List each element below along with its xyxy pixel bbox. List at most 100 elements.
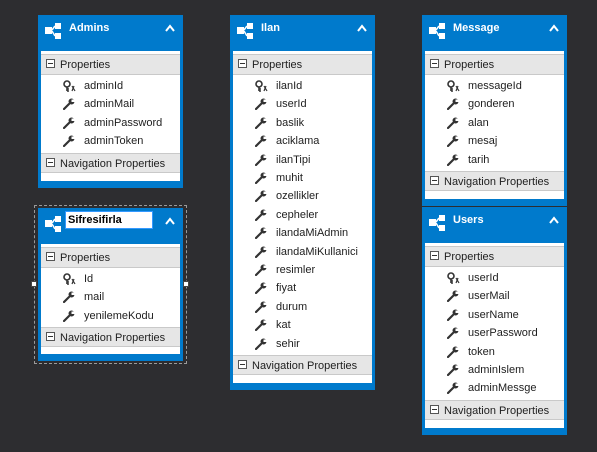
collapse-section-icon[interactable]	[238, 360, 247, 369]
properties-section-header[interactable]: Properties	[233, 54, 372, 75]
property-name: mail	[84, 291, 105, 304]
property-name: token	[468, 345, 495, 358]
entity-title: Message	[453, 22, 500, 34]
wrench-icon	[447, 327, 460, 340]
property-row[interactable]: sehir	[233, 335, 372, 353]
property-name: ilandaMiAdmin	[276, 227, 349, 240]
property-row[interactable]: yenilemeKodu	[41, 307, 180, 325]
property-row[interactable]: userName	[425, 306, 564, 324]
property-row[interactable]: ilanTipi	[233, 151, 372, 169]
chevron-up-icon[interactable]	[549, 24, 559, 32]
collapse-section-icon[interactable]	[46, 252, 55, 261]
property-row[interactable]: durum	[233, 298, 372, 316]
property-row[interactable]: adminToken	[41, 132, 180, 150]
chevron-up-icon[interactable]	[549, 216, 559, 224]
wrench-icon	[63, 310, 76, 322]
section-label: Navigation Properties	[444, 404, 550, 417]
collapse-section-icon[interactable]	[46, 332, 55, 342]
resize-handle-right[interactable]	[183, 281, 189, 287]
entity-users[interactable]: Users Properties userId userMail userName use…	[422, 207, 567, 435]
navigation-properties-section-header[interactable]: Navigation Properties	[233, 355, 372, 375]
navigation-properties-section-header[interactable]: Navigation Properties	[425, 399, 564, 420]
navigation-properties-section-header[interactable]: Navigation Properties	[425, 171, 564, 191]
property-row[interactable]: ilanId	[233, 77, 372, 95]
navigation-properties-section-header[interactable]: Navigation Properties	[41, 327, 180, 348]
section-label: Navigation Properties	[444, 176, 550, 188]
entity-name-input[interactable]: Sifresifirla	[65, 211, 153, 229]
entity-title-bar[interactable]: Message	[422, 15, 567, 49]
properties-section-header[interactable]: Properties	[425, 246, 564, 267]
property-row[interactable]: fiyat	[233, 279, 372, 297]
collapse-section-icon[interactable]	[430, 251, 439, 260]
wrench-icon	[255, 172, 268, 184]
property-row[interactable]: userId	[425, 269, 564, 287]
chevron-up-icon[interactable]	[165, 24, 175, 32]
entity-admins[interactable]: Admins Properties adminId adminMail adminPas…	[38, 15, 183, 188]
wrench-icon	[447, 135, 460, 148]
property-row[interactable]: resimler	[233, 261, 372, 279]
property-name: Id	[84, 273, 94, 285]
property-row[interactable]: token	[425, 343, 564, 361]
property-row[interactable]: cepheler	[233, 206, 372, 224]
property-row[interactable]: userPassword	[425, 324, 564, 342]
chevron-up-icon[interactable]	[357, 24, 367, 32]
property-row[interactable]: alan	[425, 114, 564, 132]
property-row[interactable]: Id	[41, 270, 180, 288]
property-name: cepheler	[276, 208, 319, 221]
property-name: baslik	[276, 116, 305, 129]
wrench-icon	[255, 135, 268, 148]
section-label: Properties	[444, 251, 495, 263]
properties-section-header[interactable]: Properties	[41, 54, 180, 75]
collapse-section-icon[interactable]	[430, 404, 439, 414]
property-row[interactable]: kat	[233, 316, 372, 334]
property-name: gonderen	[468, 98, 515, 111]
entity-title: Admins	[69, 22, 110, 34]
property-row[interactable]: baslik	[233, 114, 372, 132]
properties-section-header[interactable]: Properties	[41, 247, 180, 268]
property-row[interactable]: mail	[41, 288, 180, 306]
wrench-icon	[255, 117, 268, 129]
property-row[interactable]: gonderen	[425, 95, 564, 113]
property-row[interactable]: adminPassword	[41, 114, 180, 132]
entity-title-bar[interactable]: Admins	[38, 15, 183, 49]
property-name: userPassword	[468, 327, 538, 340]
entity-title-bar[interactable]: Users	[422, 207, 567, 241]
collapse-section-icon[interactable]	[46, 157, 55, 167]
wrench-icon	[63, 98, 76, 111]
property-row[interactable]: tarih	[425, 151, 564, 169]
property-name: alan	[468, 116, 489, 129]
property-row[interactable]: messageId	[425, 77, 564, 95]
entity-sifresifirla[interactable]: Sifresifirla Properties Id mail yenilemeKodu…	[38, 208, 183, 361]
entity-title-bar[interactable]: Ilan	[230, 15, 375, 49]
section-label: Properties	[60, 59, 111, 71]
property-row[interactable]: userId	[233, 95, 372, 113]
property-name: tarih	[468, 153, 490, 166]
property-name: yenilemeKodu	[84, 309, 154, 322]
collapse-section-icon[interactable]	[46, 59, 55, 68]
property-row[interactable]: adminMail	[41, 95, 180, 113]
property-row[interactable]: adminIslem	[425, 361, 564, 379]
collapse-section-icon[interactable]	[430, 176, 439, 185]
property-row[interactable]: ozellikler	[233, 187, 372, 205]
section-label: Navigation Properties	[60, 157, 166, 170]
resize-handle-left[interactable]	[31, 281, 37, 287]
property-row[interactable]: aciklama	[233, 132, 372, 150]
property-row[interactable]: userMail	[425, 287, 564, 305]
entity-body: Properties messageId gonderen alan mesaj tari…	[425, 51, 564, 199]
property-row[interactable]: adminMessge	[425, 379, 564, 397]
entity-ilan[interactable]: Ilan Properties ilanId userId baslik aciklama…	[230, 15, 375, 390]
entity-title: Ilan	[261, 22, 280, 34]
collapse-section-icon[interactable]	[238, 59, 247, 68]
entity-title: Users	[453, 214, 484, 226]
collapse-section-icon[interactable]	[430, 59, 439, 68]
property-row[interactable]: muhit	[233, 169, 372, 187]
chevron-up-icon[interactable]	[165, 217, 175, 225]
property-row[interactable]: mesaj	[425, 132, 564, 150]
property-row[interactable]: ilandaMiKullanici	[233, 243, 372, 261]
entity-title-bar[interactable]: Sifresifirla	[38, 208, 183, 242]
entity-message[interactable]: Message Properties messageId gonderen alan me…	[422, 15, 567, 206]
navigation-properties-section-header[interactable]: Navigation Properties	[41, 152, 180, 173]
properties-section-header[interactable]: Properties	[425, 54, 564, 75]
property-row[interactable]: ilandaMiAdmin	[233, 224, 372, 242]
property-row[interactable]: adminId	[41, 77, 180, 95]
